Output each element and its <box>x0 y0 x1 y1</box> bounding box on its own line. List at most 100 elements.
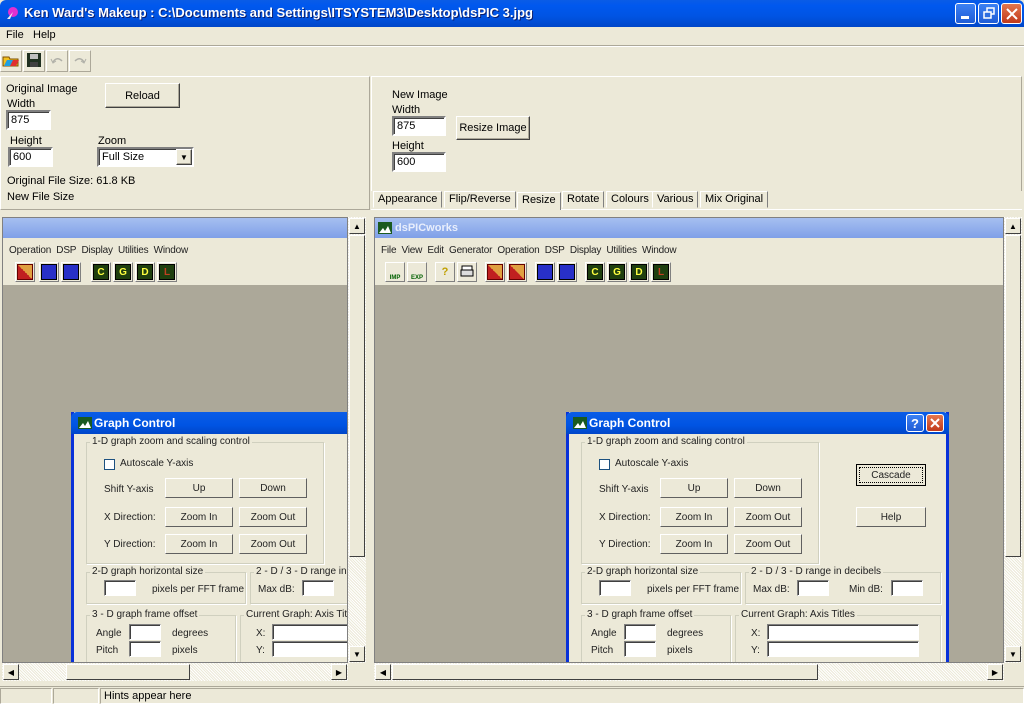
inner-menu-utilities: Utilities <box>606 245 637 256</box>
left-hscroll-thumb[interactable] <box>66 664 190 680</box>
tab-flip-reverse[interactable]: Flip/Reverse <box>444 191 516 208</box>
down-button[interactable]: Down <box>239 478 307 498</box>
y-zoom-out-button[interactable]: Zoom Out <box>734 534 802 554</box>
left-vscroll-thumb[interactable] <box>349 235 365 557</box>
dialog-close-button[interactable] <box>926 414 944 432</box>
scroll-left-icon[interactable]: ◀ <box>375 664 391 680</box>
y-zoom-in-button[interactable]: Zoom In <box>660 534 728 554</box>
inner-menu-edit: Edit <box>427 245 444 256</box>
autoscale-checkbox[interactable] <box>104 459 115 470</box>
shift-label: Shift Y-axis <box>599 484 649 495</box>
pitch-label: Pitch <box>591 645 614 656</box>
dialog-help-button[interactable]: ? <box>906 414 924 432</box>
close-button[interactable] <box>1001 3 1022 24</box>
dialog-title: Graph Control <box>94 416 176 430</box>
undo-button[interactable] <box>46 50 68 72</box>
scroll-up-icon[interactable]: ▲ <box>349 218 365 234</box>
x-zoom-out-button[interactable]: Zoom Out <box>239 507 307 527</box>
inner-menu-window: Window <box>153 245 189 256</box>
angle-input[interactable] <box>129 624 161 640</box>
x-axis-label: X: <box>256 628 266 639</box>
tab-mix-original[interactable]: Mix Original <box>700 191 769 208</box>
graph-control-dialog: Graph Control 1-D graph zoom and scaling… <box>71 412 347 662</box>
up-button[interactable]: Up <box>165 478 233 498</box>
y-axis-title-input[interactable] <box>767 641 919 657</box>
open-button[interactable] <box>0 50 22 72</box>
y-direction-label: Y Direction: <box>104 539 156 550</box>
horizontal-size-input[interactable] <box>599 580 631 596</box>
down-button[interactable]: Down <box>734 478 802 498</box>
x-axis-title-input[interactable] <box>272 624 347 640</box>
reload-button[interactable]: Reload <box>105 83 180 108</box>
y-zoom-in-button[interactable]: Zoom In <box>165 534 233 554</box>
minimize-icon <box>961 16 969 19</box>
resize-image-button[interactable]: Resize Image <box>456 116 530 140</box>
tab-resize[interactable]: Resize <box>517 192 561 210</box>
pixels-fft-label: pixels per FFT frame <box>647 584 740 595</box>
save-button[interactable] <box>23 50 45 72</box>
menu-help[interactable]: Help <box>33 29 56 41</box>
right-horizontal-scrollbar[interactable]: ◀ ▶ <box>374 663 1004 681</box>
question-icon: ? <box>911 416 919 431</box>
frame-offset-group-title: 3 - D graph frame offset <box>585 609 695 620</box>
scroll-right-icon[interactable]: ▶ <box>331 664 347 680</box>
chevron-down-icon[interactable]: ▼ <box>176 149 192 165</box>
inner-menu-display: Display <box>81 245 113 256</box>
autoscale-checkbox[interactable] <box>599 459 610 470</box>
scroll-down-icon[interactable]: ▼ <box>349 646 365 662</box>
restore-button[interactable] <box>978 3 999 24</box>
filter-icon <box>559 264 575 280</box>
horizontal-size-input[interactable] <box>104 580 136 596</box>
max-db-input[interactable] <box>302 580 334 596</box>
pitch-input[interactable] <box>129 641 161 657</box>
help-button[interactable]: Help <box>856 507 926 527</box>
y-direction-label: Y Direction: <box>599 539 651 550</box>
tab-colours[interactable]: Colours <box>606 191 654 208</box>
tab-appearance[interactable]: Appearance <box>373 191 443 208</box>
redo-button[interactable] <box>69 50 91 72</box>
scroll-up-icon[interactable]: ▲ <box>1005 218 1021 234</box>
undo-icon <box>49 54 65 69</box>
up-button[interactable]: Up <box>660 478 728 498</box>
shift-label: Shift Y-axis <box>104 484 154 495</box>
new-file-size: New File Size <box>7 191 75 203</box>
max-db-input[interactable] <box>797 580 829 596</box>
original-height-input[interactable]: 600 <box>8 147 53 167</box>
zoom-select[interactable]: Full Size ▼ <box>97 147 194 167</box>
grid-icon <box>509 264 525 280</box>
min-db-input[interactable] <box>891 580 923 596</box>
zoom-scaling-group-title: 1-D graph zoom and scaling control <box>90 436 252 447</box>
x-axis-title-input[interactable] <box>767 624 919 640</box>
pitch-input[interactable] <box>624 641 656 657</box>
right-vertical-scrollbar[interactable]: ▲ ▼ <box>1004 217 1022 663</box>
left-horizontal-scrollbar[interactable]: ◀ ▶ <box>2 663 348 681</box>
y-axis-title-input[interactable] <box>272 641 347 657</box>
inner-menu-dsp: DSP <box>56 245 77 256</box>
cascade-button[interactable]: Cascade <box>856 464 926 486</box>
x-zoom-in-button[interactable]: Zoom In <box>165 507 233 527</box>
x-zoom-out-button[interactable]: Zoom Out <box>734 507 802 527</box>
scroll-down-icon[interactable]: ▼ <box>1005 646 1021 662</box>
y-zoom-out-button[interactable]: Zoom Out <box>239 534 307 554</box>
max-db-label: Max dB: <box>753 584 790 595</box>
x-zoom-in-button[interactable]: Zoom In <box>660 507 728 527</box>
angle-input[interactable] <box>624 624 656 640</box>
inner-menu-operation: Operation <box>9 245 52 256</box>
tab-various[interactable]: Various <box>652 191 699 208</box>
left-vertical-scrollbar[interactable]: ▲ ▼ <box>348 217 366 663</box>
scroll-left-icon[interactable]: ◀ <box>3 664 19 680</box>
right-hscroll-thumb[interactable] <box>392 664 818 680</box>
tab-rotate[interactable]: Rotate <box>562 191 605 208</box>
new-width-input[interactable]: 875 <box>392 116 446 136</box>
y-axis-label: Y: <box>256 645 265 656</box>
new-height-input[interactable]: 600 <box>392 152 446 172</box>
scroll-right-icon[interactable]: ▶ <box>987 664 1003 680</box>
inner-app-title: dsPICworks <box>395 222 458 234</box>
dspicworks-icon <box>378 222 392 237</box>
minimize-button[interactable] <box>955 3 976 24</box>
original-width-input[interactable]: 875 <box>6 110 51 130</box>
right-vscroll-thumb[interactable] <box>1005 235 1021 557</box>
redo-icon <box>72 54 88 69</box>
original-image-view: Operation DSP Display Utilities Window C… <box>2 217 348 663</box>
menu-file[interactable]: File <box>6 29 24 41</box>
